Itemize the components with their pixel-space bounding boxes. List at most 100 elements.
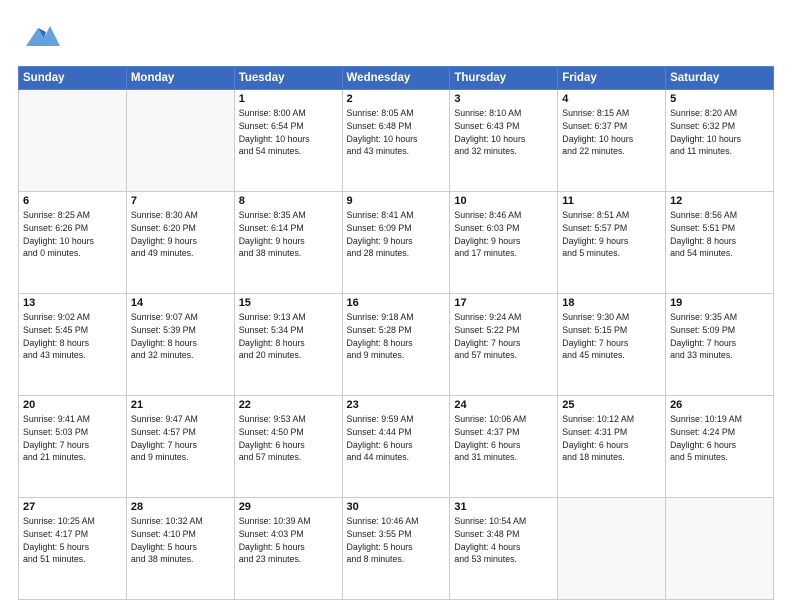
day-info: Sunrise: 9:41 AMSunset: 5:03 PMDaylight:… xyxy=(23,413,122,464)
day-info: Sunrise: 9:35 AMSunset: 5:09 PMDaylight:… xyxy=(670,311,769,362)
day-info: Sunrise: 8:15 AMSunset: 6:37 PMDaylight:… xyxy=(562,107,661,158)
day-info: Sunrise: 10:19 AMSunset: 4:24 PMDaylight… xyxy=(670,413,769,464)
calendar-cell: 18 Sunrise: 9:30 AMSunset: 5:15 PMDayligh… xyxy=(558,294,666,396)
day-info: Sunrise: 8:20 AMSunset: 6:32 PMDaylight:… xyxy=(670,107,769,158)
weekday-header-sunday: Sunday xyxy=(19,67,127,90)
day-number: 14 xyxy=(131,297,230,309)
page: SundayMondayTuesdayWednesdayThursdayFrid… xyxy=(0,0,792,612)
day-info: Sunrise: 8:10 AMSunset: 6:43 PMDaylight:… xyxy=(454,107,553,158)
day-info: Sunrise: 8:30 AMSunset: 6:20 PMDaylight:… xyxy=(131,209,230,260)
day-number: 17 xyxy=(454,297,553,309)
calendar-cell: 3 Sunrise: 8:10 AMSunset: 6:43 PMDaylight… xyxy=(450,90,558,192)
calendar-week-row: 20 Sunrise: 9:41 AMSunset: 5:03 PMDayligh… xyxy=(19,396,774,498)
calendar-cell: 14 Sunrise: 9:07 AMSunset: 5:39 PMDayligh… xyxy=(126,294,234,396)
calendar-cell: 30Sunrise: 10:46 AMSunset: 3:55 PMDaylig… xyxy=(342,498,450,600)
calendar-cell: 20 Sunrise: 9:41 AMSunset: 5:03 PMDayligh… xyxy=(19,396,127,498)
logo xyxy=(18,18,67,56)
calendar-cell: 22 Sunrise: 9:53 AMSunset: 4:50 PMDayligh… xyxy=(234,396,342,498)
day-info: Sunrise: 8:05 AMSunset: 6:48 PMDaylight:… xyxy=(347,107,446,158)
day-number: 29 xyxy=(239,501,338,513)
day-number: 13 xyxy=(23,297,122,309)
calendar-cell: 15 Sunrise: 9:13 AMSunset: 5:34 PMDayligh… xyxy=(234,294,342,396)
day-info: Sunrise: 8:35 AMSunset: 6:14 PMDaylight:… xyxy=(239,209,338,260)
day-number: 10 xyxy=(454,195,553,207)
calendar-week-row: 27Sunrise: 10:25 AMSunset: 4:17 PMDaylig… xyxy=(19,498,774,600)
calendar-week-row: 13 Sunrise: 9:02 AMSunset: 5:45 PMDayligh… xyxy=(19,294,774,396)
day-number: 23 xyxy=(347,399,446,411)
day-info: Sunrise: 9:07 AMSunset: 5:39 PMDaylight:… xyxy=(131,311,230,362)
day-number: 5 xyxy=(670,93,769,105)
day-info: Sunrise: 10:12 AMSunset: 4:31 PMDaylight… xyxy=(562,413,661,464)
calendar-cell: 16Sunrise: 9:18 AMSunset: 5:28 PMDayligh… xyxy=(342,294,450,396)
weekday-header-thursday: Thursday xyxy=(450,67,558,90)
calendar-cell: 28 Sunrise: 10:32 AMSunset: 4:10 PMDaylig… xyxy=(126,498,234,600)
day-number: 2 xyxy=(347,93,446,105)
day-info: Sunrise: 10:39 AMSunset: 4:03 PMDaylight… xyxy=(239,515,338,566)
day-info: Sunrise: 9:53 AMSunset: 4:50 PMDaylight:… xyxy=(239,413,338,464)
day-number: 22 xyxy=(239,399,338,411)
calendar-cell: 25Sunrise: 10:12 AMSunset: 4:31 PMDaylig… xyxy=(558,396,666,498)
day-info: Sunrise: 10:54 AMSunset: 3:48 PMDaylight… xyxy=(454,515,553,566)
calendar-cell: 9 Sunrise: 8:41 AMSunset: 6:09 PMDaylight… xyxy=(342,192,450,294)
calendar-week-row: 6 Sunrise: 8:25 AMSunset: 6:26 PMDaylight… xyxy=(19,192,774,294)
calendar-cell: 21Sunrise: 9:47 AMSunset: 4:57 PMDayligh… xyxy=(126,396,234,498)
calendar-table: SundayMondayTuesdayWednesdayThursdayFrid… xyxy=(18,66,774,600)
weekday-header-wednesday: Wednesday xyxy=(342,67,450,90)
day-number: 4 xyxy=(562,93,661,105)
day-info: Sunrise: 9:59 AMSunset: 4:44 PMDaylight:… xyxy=(347,413,446,464)
day-number: 15 xyxy=(239,297,338,309)
day-info: Sunrise: 10:32 AMSunset: 4:10 PMDaylight… xyxy=(131,515,230,566)
calendar-cell: 23 Sunrise: 9:59 AMSunset: 4:44 PMDayligh… xyxy=(342,396,450,498)
day-number: 20 xyxy=(23,399,122,411)
day-info: Sunrise: 9:18 AMSunset: 5:28 PMDaylight:… xyxy=(347,311,446,362)
calendar-cell: 13 Sunrise: 9:02 AMSunset: 5:45 PMDayligh… xyxy=(19,294,127,396)
day-info: Sunrise: 8:46 AMSunset: 6:03 PMDaylight:… xyxy=(454,209,553,260)
header xyxy=(18,18,774,56)
day-info: Sunrise: 9:24 AMSunset: 5:22 PMDaylight:… xyxy=(454,311,553,362)
weekday-header-row: SundayMondayTuesdayWednesdayThursdayFrid… xyxy=(19,67,774,90)
day-number: 8 xyxy=(239,195,338,207)
day-number: 11 xyxy=(562,195,661,207)
weekday-header-saturday: Saturday xyxy=(666,67,774,90)
calendar-cell: 19Sunrise: 9:35 AMSunset: 5:09 PMDayligh… xyxy=(666,294,774,396)
calendar-cell: 31 Sunrise: 10:54 AMSunset: 3:48 PMDaylig… xyxy=(450,498,558,600)
calendar-cell xyxy=(19,90,127,192)
day-number: 18 xyxy=(562,297,661,309)
day-info: Sunrise: 8:00 AMSunset: 6:54 PMDaylight:… xyxy=(239,107,338,158)
calendar-cell: 10 Sunrise: 8:46 AMSunset: 6:03 PMDayligh… xyxy=(450,192,558,294)
calendar-cell: 5 Sunrise: 8:20 AMSunset: 6:32 PMDaylight… xyxy=(666,90,774,192)
calendar-cell: 27Sunrise: 10:25 AMSunset: 4:17 PMDaylig… xyxy=(19,498,127,600)
day-info: Sunrise: 9:30 AMSunset: 5:15 PMDaylight:… xyxy=(562,311,661,362)
day-info: Sunrise: 9:13 AMSunset: 5:34 PMDaylight:… xyxy=(239,311,338,362)
calendar-cell: 29 Sunrise: 10:39 AMSunset: 4:03 PMDaylig… xyxy=(234,498,342,600)
day-info: Sunrise: 10:06 AMSunset: 4:37 PMDaylight… xyxy=(454,413,553,464)
day-number: 6 xyxy=(23,195,122,207)
calendar-week-row: 1 Sunrise: 8:00 AMSunset: 6:54 PMDaylight… xyxy=(19,90,774,192)
calendar-cell: 8 Sunrise: 8:35 AMSunset: 6:14 PMDaylight… xyxy=(234,192,342,294)
weekday-header-tuesday: Tuesday xyxy=(234,67,342,90)
day-number: 21 xyxy=(131,399,230,411)
day-number: 3 xyxy=(454,93,553,105)
calendar-cell: 11Sunrise: 8:51 AMSunset: 5:57 PMDayligh… xyxy=(558,192,666,294)
day-number: 26 xyxy=(670,399,769,411)
day-number: 28 xyxy=(131,501,230,513)
day-number: 9 xyxy=(347,195,446,207)
day-info: Sunrise: 8:41 AMSunset: 6:09 PMDaylight:… xyxy=(347,209,446,260)
day-number: 12 xyxy=(670,195,769,207)
calendar-cell: 26 Sunrise: 10:19 AMSunset: 4:24 PMDaylig… xyxy=(666,396,774,498)
day-number: 31 xyxy=(454,501,553,513)
day-number: 27 xyxy=(23,501,122,513)
calendar-cell xyxy=(666,498,774,600)
calendar-cell xyxy=(126,90,234,192)
calendar-cell: 17 Sunrise: 9:24 AMSunset: 5:22 PMDayligh… xyxy=(450,294,558,396)
day-info: Sunrise: 9:02 AMSunset: 5:45 PMDaylight:… xyxy=(23,311,122,362)
day-number: 1 xyxy=(239,93,338,105)
calendar-cell: 24Sunrise: 10:06 AMSunset: 4:37 PMDaylig… xyxy=(450,396,558,498)
day-info: Sunrise: 10:46 AMSunset: 3:55 PMDaylight… xyxy=(347,515,446,566)
day-number: 7 xyxy=(131,195,230,207)
day-info: Sunrise: 8:25 AMSunset: 6:26 PMDaylight:… xyxy=(23,209,122,260)
calendar-cell: 6 Sunrise: 8:25 AMSunset: 6:26 PMDaylight… xyxy=(19,192,127,294)
calendar-cell: 12Sunrise: 8:56 AMSunset: 5:51 PMDayligh… xyxy=(666,192,774,294)
logo-icon xyxy=(18,18,64,56)
calendar-cell: 2 Sunrise: 8:05 AMSunset: 6:48 PMDaylight… xyxy=(342,90,450,192)
